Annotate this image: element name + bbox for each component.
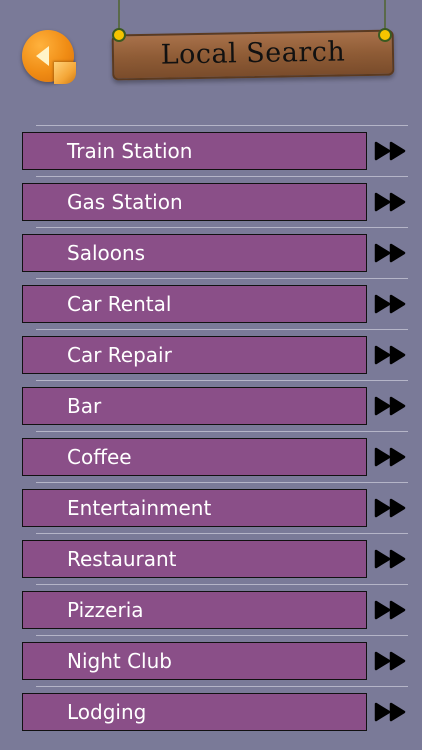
list-item[interactable]: Car Rental: [0, 278, 422, 329]
category-button[interactable]: Train Station: [22, 132, 367, 170]
category-label: Entertainment: [67, 496, 212, 520]
row-separator: [36, 686, 408, 687]
fast-forward-icon[interactable]: [374, 600, 408, 620]
row-separator: [36, 176, 408, 177]
category-label: Gas Station: [67, 190, 183, 214]
row-separator: [36, 380, 408, 381]
row-separator: [36, 584, 408, 585]
list-item[interactable]: Lodging: [0, 686, 422, 737]
category-label: Saloons: [67, 241, 146, 265]
list-item[interactable]: Night Club: [0, 635, 422, 686]
fast-forward-icon[interactable]: [374, 447, 408, 467]
page-title: Local Search: [160, 36, 346, 71]
list-item[interactable]: Coffee: [0, 431, 422, 482]
category-button[interactable]: Pizzeria: [22, 591, 367, 629]
fast-forward-icon[interactable]: [374, 243, 408, 263]
category-button[interactable]: Entertainment: [22, 489, 367, 527]
back-arrow-icon: [36, 46, 49, 66]
list-item[interactable]: Saloons: [0, 227, 422, 278]
flower-icon: [378, 28, 392, 42]
category-label: Restaurant: [67, 547, 177, 571]
row-separator: [36, 329, 408, 330]
list-item[interactable]: Restaurant: [0, 533, 422, 584]
list-item[interactable]: Car Repair: [0, 329, 422, 380]
fast-forward-icon[interactable]: [374, 192, 408, 212]
category-label: Night Club: [67, 649, 172, 673]
category-button[interactable]: Saloons: [22, 234, 367, 272]
category-list: Train Station Gas Station Saloons Car Renta…: [0, 125, 422, 737]
row-separator: [36, 431, 408, 432]
category-label: Pizzeria: [67, 598, 144, 622]
row-separator: [36, 278, 408, 279]
wooden-sign-board: Local Search: [111, 29, 395, 81]
category-button[interactable]: Lodging: [22, 693, 367, 731]
category-label: Car Repair: [67, 343, 172, 367]
list-item[interactable]: Gas Station: [0, 176, 422, 227]
fast-forward-icon[interactable]: [374, 498, 408, 518]
row-separator: [36, 227, 408, 228]
fast-forward-icon[interactable]: [374, 294, 408, 314]
fast-forward-icon[interactable]: [374, 702, 408, 722]
category-label: Lodging: [67, 700, 147, 724]
category-button[interactable]: Car Rental: [22, 285, 367, 323]
list-item[interactable]: Entertainment: [0, 482, 422, 533]
category-button[interactable]: Coffee: [22, 438, 367, 476]
list-item[interactable]: Train Station: [0, 125, 422, 176]
category-label: Coffee: [67, 445, 132, 469]
category-label: Car Rental: [67, 292, 172, 316]
category-label: Train Station: [67, 139, 193, 163]
fast-forward-icon[interactable]: [374, 651, 408, 671]
row-separator: [36, 635, 408, 636]
header-sign: Local Search: [110, 0, 396, 84]
row-separator: [36, 125, 408, 126]
category-button[interactable]: Night Club: [22, 642, 367, 680]
back-button[interactable]: [22, 30, 76, 84]
fast-forward-icon[interactable]: [374, 345, 408, 365]
list-item[interactable]: Pizzeria: [0, 584, 422, 635]
fast-forward-icon[interactable]: [374, 549, 408, 569]
category-label: Bar: [67, 394, 102, 418]
page-curl-decoration: [54, 62, 76, 84]
category-button[interactable]: Bar: [22, 387, 367, 425]
fast-forward-icon[interactable]: [374, 396, 408, 416]
category-button[interactable]: Car Repair: [22, 336, 367, 374]
list-item[interactable]: Bar: [0, 380, 422, 431]
flower-icon: [112, 28, 126, 42]
fast-forward-icon[interactable]: [374, 141, 408, 161]
row-separator: [36, 482, 408, 483]
category-button[interactable]: Gas Station: [22, 183, 367, 221]
category-button[interactable]: Restaurant: [22, 540, 367, 578]
row-separator: [36, 533, 408, 534]
